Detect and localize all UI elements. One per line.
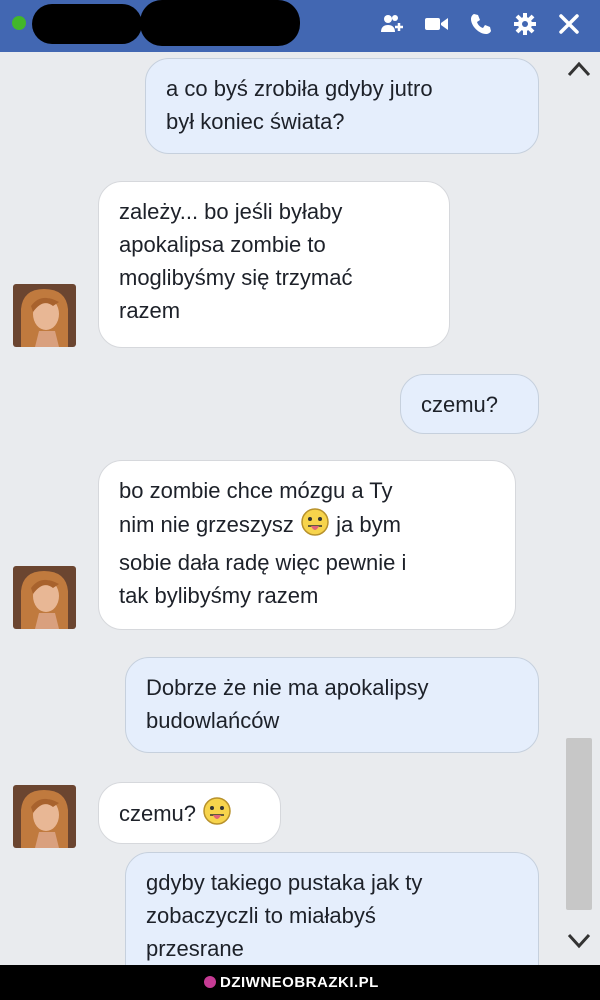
message-line: apokalipsa zombie to <box>119 232 326 257</box>
message-line: gdyby takiego pustaka jak ty <box>146 870 423 895</box>
message-line: moglibyśmy się trzymać <box>119 265 353 290</box>
message-line: sobie dała radę więc pewnie i <box>119 550 407 575</box>
gear-icon[interactable] <box>512 11 538 37</box>
add-people-icon[interactable] <box>380 11 406 37</box>
watermark-logo-icon <box>204 976 216 988</box>
message-bubble-received: zależy... bo jeśli byłaby apokalipsa zom… <box>98 181 450 348</box>
message-bubble-received: czemu? <box>98 782 281 844</box>
redacted-name <box>32 4 142 44</box>
scroll-down-icon[interactable] <box>566 932 592 955</box>
message-line: a co byś zrobiła gdyby jutro <box>166 76 433 101</box>
message-line: bo zombie chce mózgu a Ty <box>119 478 393 503</box>
message-bubble-sent: czemu? <box>400 374 539 434</box>
message-line: budowlańców <box>146 708 280 733</box>
scrollbar-thumb[interactable] <box>566 738 592 910</box>
message-line: przesrane <box>146 936 244 961</box>
message-line: był koniec świata? <box>166 109 345 134</box>
message-bubble-received: bo zombie chce mózgu a Ty nim nie grzesz… <box>98 460 516 630</box>
avatar[interactable] <box>13 284 76 347</box>
scroll-up-icon[interactable] <box>566 60 592 83</box>
message-bubble-sent: Dobrze że nie ma apokalipsy budowlańców <box>125 657 539 753</box>
message-line: zależy... bo jeśli byłaby <box>119 199 343 224</box>
message-text: ja bym <box>336 512 401 537</box>
tongue-out-emoji <box>202 796 232 835</box>
message-line: nim nie grzeszysz ja bym <box>119 507 495 546</box>
message-bubble-sent: a co byś zrobiła gdyby jutro był koniec … <box>145 58 539 154</box>
redacted-name-extension <box>140 0 300 46</box>
online-status-dot <box>12 16 26 30</box>
chat-header <box>0 0 600 52</box>
video-call-icon[interactable] <box>424 11 450 37</box>
watermark-text: DZIWNEOBRAZKI.PL <box>220 974 379 991</box>
message-text: czemu? <box>119 801 197 826</box>
message-line: czemu? <box>421 392 499 417</box>
phone-icon[interactable] <box>468 11 494 37</box>
message-line: tak bylibyśmy razem <box>119 583 319 608</box>
tongue-out-emoji <box>300 507 330 546</box>
watermark: DZIWNEOBRAZKI.PL <box>204 974 379 991</box>
avatar[interactable] <box>13 785 76 848</box>
close-icon[interactable] <box>556 11 582 37</box>
message-text: nim nie grzeszysz <box>119 512 294 537</box>
avatar[interactable] <box>13 566 76 629</box>
message-line: Dobrze że nie ma apokalipsy <box>146 675 429 700</box>
message-line: razem <box>119 298 181 323</box>
message-line: zobaczyczli to miałabyś <box>146 903 376 928</box>
